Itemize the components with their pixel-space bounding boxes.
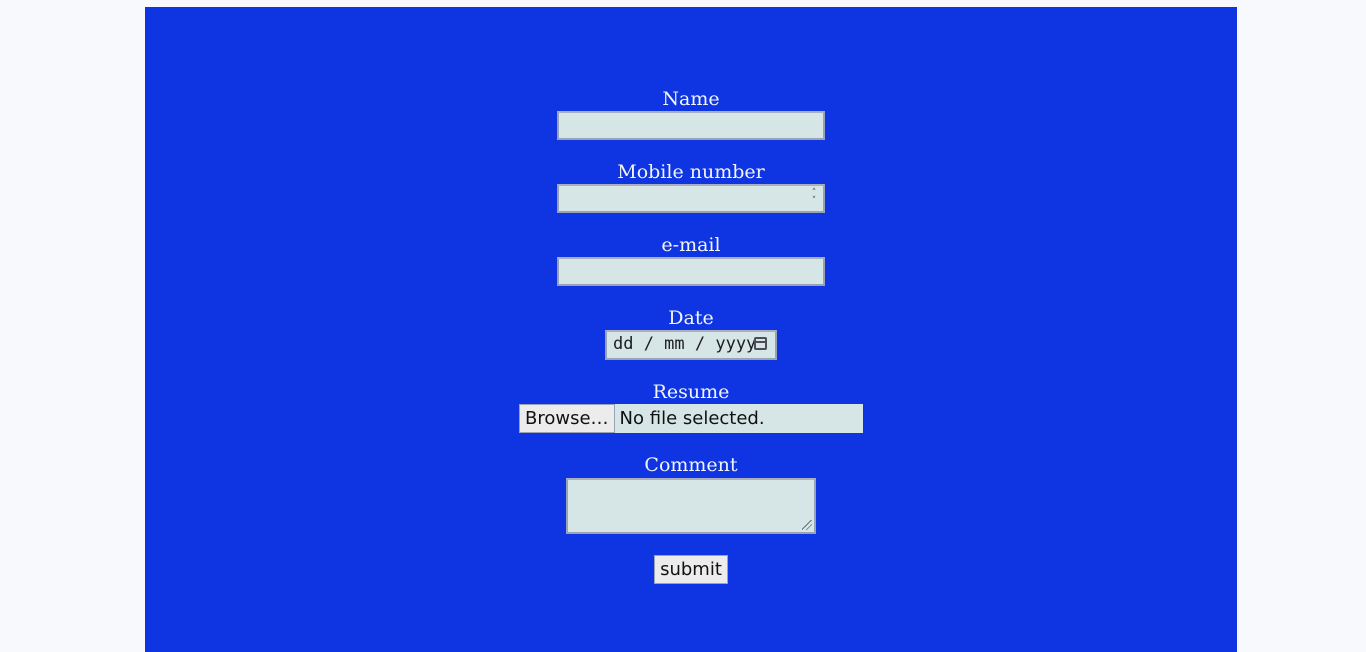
file-status-text: No file selected. (619, 408, 765, 429)
date-label: Date (668, 307, 714, 329)
email-label: e-mail (661, 234, 721, 256)
calendar-icon[interactable] (754, 337, 767, 350)
submit-button[interactable]: submit (654, 555, 728, 584)
email-input[interactable] (557, 257, 825, 286)
date-input[interactable]: dd / mm / yyyy (605, 330, 777, 360)
name-label: Name (662, 88, 720, 110)
form-panel: Name Mobile number ˄ ˅ e-mail Date dd / m… (145, 7, 1237, 652)
date-placeholder: dd / mm / yyyy (613, 334, 757, 354)
browse-button[interactable]: Browse… (519, 404, 615, 433)
spinner-icon[interactable]: ˄ ˅ (809, 189, 819, 207)
mobile-number-input[interactable]: ˄ ˅ (557, 184, 825, 213)
mobile-label: Mobile number (617, 161, 765, 183)
resize-grip-icon[interactable] (802, 520, 812, 530)
comment-label: Comment (644, 454, 738, 476)
resume-label: Resume (652, 381, 730, 403)
resume-file-input[interactable]: Browse… No file selected. (519, 404, 863, 433)
name-input[interactable] (557, 111, 825, 140)
comment-textarea[interactable] (566, 478, 816, 534)
